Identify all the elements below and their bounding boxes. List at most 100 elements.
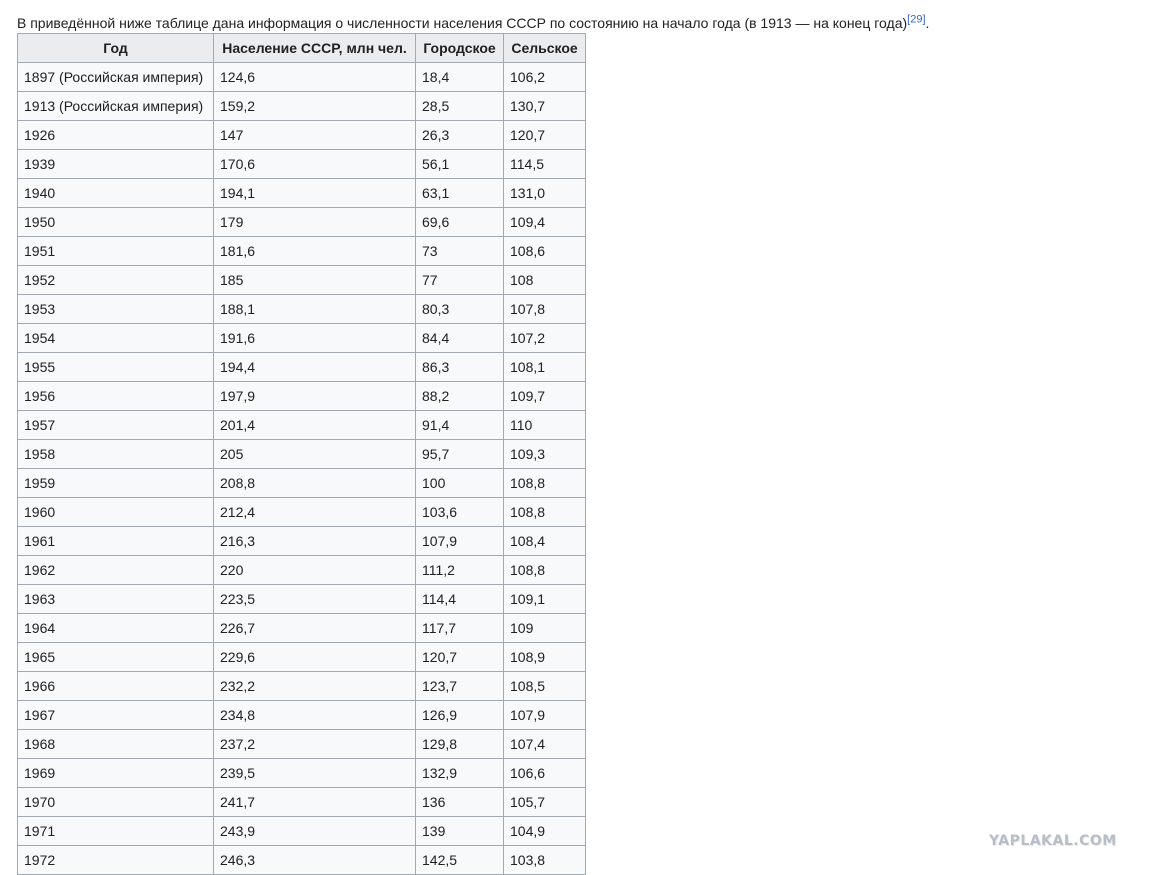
cell-urban: 136 bbox=[415, 787, 504, 817]
table-row: 1953 188,1 80,3 107,8 bbox=[17, 294, 586, 324]
table-row: 1926 147 26,3 120,7 bbox=[17, 120, 586, 150]
cell-year: 1952 bbox=[17, 265, 214, 295]
cell-population: 220 bbox=[213, 555, 416, 585]
cell-rural: 104,9 bbox=[503, 816, 586, 846]
table-row: 1967 234,8 126,9 107,9 bbox=[17, 700, 586, 730]
cell-rural: 108,6 bbox=[503, 236, 586, 266]
cell-rural: 108,4 bbox=[503, 526, 586, 556]
table-row: 1959 208,8 100 108,8 bbox=[17, 468, 586, 498]
table-row: 1965 229,6 120,7 108,9 bbox=[17, 642, 586, 672]
cell-year: 1954 bbox=[17, 323, 214, 353]
cell-population: 246,3 bbox=[213, 845, 416, 875]
cell-urban: 114,4 bbox=[415, 584, 504, 614]
cell-population: 237,2 bbox=[213, 729, 416, 759]
cell-year: 1953 bbox=[17, 294, 214, 324]
cell-year: 1926 bbox=[17, 120, 214, 150]
cell-year: 1940 bbox=[17, 178, 214, 208]
cell-population: 181,6 bbox=[213, 236, 416, 266]
cell-population: 208,8 bbox=[213, 468, 416, 498]
cell-year: 1939 bbox=[17, 149, 214, 179]
cell-rural: 108,5 bbox=[503, 671, 586, 701]
cell-rural: 108 bbox=[503, 265, 586, 295]
population-table: Год Население СССР, млн чел. Городское С… bbox=[17, 33, 586, 875]
table-row: 1962 220 111,2 108,8 bbox=[17, 555, 586, 585]
cell-year: 1957 bbox=[17, 410, 214, 440]
cell-urban: 120,7 bbox=[415, 642, 504, 672]
cell-year: 1965 bbox=[17, 642, 214, 672]
cell-population: 232,2 bbox=[213, 671, 416, 701]
cell-population: 179 bbox=[213, 207, 416, 237]
cell-rural: 108,8 bbox=[503, 497, 586, 527]
cell-rural: 109,1 bbox=[503, 584, 586, 614]
cell-population: 216,3 bbox=[213, 526, 416, 556]
cell-urban: 73 bbox=[415, 236, 504, 266]
cell-urban: 56,1 bbox=[415, 149, 504, 179]
reference-link-text[interactable]: [29] bbox=[907, 13, 925, 25]
cell-year: 1971 bbox=[17, 816, 214, 846]
cell-urban: 77 bbox=[415, 265, 504, 295]
cell-year: 1968 bbox=[17, 729, 214, 759]
cell-population: 241,7 bbox=[213, 787, 416, 817]
table-row: 1950 179 69,6 109,4 bbox=[17, 207, 586, 237]
cell-rural: 109,4 bbox=[503, 207, 586, 237]
cell-rural: 109 bbox=[503, 613, 586, 643]
cell-year: 1951 bbox=[17, 236, 214, 266]
cell-urban: 100 bbox=[415, 468, 504, 498]
table-row: 1940 194,1 63,1 131,0 bbox=[17, 178, 586, 208]
cell-population: 226,7 bbox=[213, 613, 416, 643]
cell-urban: 107,9 bbox=[415, 526, 504, 556]
cell-rural: 107,4 bbox=[503, 729, 586, 759]
cell-population: 239,5 bbox=[213, 758, 416, 788]
site-watermark: YAPLAKAL.COM bbox=[989, 833, 1117, 849]
cell-population: 223,5 bbox=[213, 584, 416, 614]
intro-trailing: . bbox=[925, 15, 930, 31]
header-urban: Городское bbox=[415, 33, 504, 63]
cell-urban: 80,3 bbox=[415, 294, 504, 324]
table-row: 1963 223,5 114,4 109,1 bbox=[17, 584, 586, 614]
cell-population: 234,8 bbox=[213, 700, 416, 730]
cell-year: 1955 bbox=[17, 352, 214, 382]
cell-urban: 26,3 bbox=[415, 120, 504, 150]
cell-population: 147 bbox=[213, 120, 416, 150]
cell-urban: 63,1 bbox=[415, 178, 504, 208]
table-header-row: Год Население СССР, млн чел. Городское С… bbox=[17, 33, 586, 63]
intro-text: В приведённой ниже таблице дана информац… bbox=[17, 15, 908, 31]
table-row: 1952 185 77 108 bbox=[17, 265, 586, 295]
cell-population: 205 bbox=[213, 439, 416, 469]
cell-urban: 103,6 bbox=[415, 497, 504, 527]
cell-year: 1956 bbox=[17, 381, 214, 411]
cell-urban: 111,2 bbox=[415, 555, 504, 585]
cell-population: 185 bbox=[213, 265, 416, 295]
cell-rural: 108,8 bbox=[503, 468, 586, 498]
table-row: 1951 181,6 73 108,6 bbox=[17, 236, 586, 266]
table-body: 1897 (Российская империя) 124,6 18,4 106,2 1… bbox=[17, 62, 586, 875]
cell-year: 1960 bbox=[17, 497, 214, 527]
cell-year: 1897 (Российская империя) bbox=[17, 62, 214, 92]
table-row: 1958 205 95,7 109,3 bbox=[17, 439, 586, 469]
cell-urban: 123,7 bbox=[415, 671, 504, 701]
cell-urban: 132,9 bbox=[415, 758, 504, 788]
reference-link[interactable]: [29] bbox=[907, 13, 925, 25]
table-row: 1971 243,9 139 104,9 bbox=[17, 816, 586, 846]
cell-urban: 86,3 bbox=[415, 352, 504, 382]
cell-year: 1972 bbox=[17, 845, 214, 875]
cell-year: 1963 bbox=[17, 584, 214, 614]
table-row: 1964 226,7 117,7 109 bbox=[17, 613, 586, 643]
cell-rural: 107,9 bbox=[503, 700, 586, 730]
table-row: 1897 (Российская империя) 124,6 18,4 106,2 bbox=[17, 62, 586, 92]
cell-year: 1913 (Российская империя) bbox=[17, 91, 214, 121]
cell-population: 197,9 bbox=[213, 381, 416, 411]
table-row: 1960 212,4 103,6 108,8 bbox=[17, 497, 586, 527]
cell-year: 1966 bbox=[17, 671, 214, 701]
header-rural: Сельское bbox=[503, 33, 586, 63]
cell-rural: 106,2 bbox=[503, 62, 586, 92]
cell-urban: 88,2 bbox=[415, 381, 504, 411]
header-year: Год bbox=[17, 33, 214, 63]
cell-population: 170,6 bbox=[213, 149, 416, 179]
cell-urban: 84,4 bbox=[415, 323, 504, 353]
cell-rural: 108,8 bbox=[503, 555, 586, 585]
cell-urban: 142,5 bbox=[415, 845, 504, 875]
cell-population: 201,4 bbox=[213, 410, 416, 440]
table-row: 1968 237,2 129,8 107,4 bbox=[17, 729, 586, 759]
cell-rural: 120,7 bbox=[503, 120, 586, 150]
